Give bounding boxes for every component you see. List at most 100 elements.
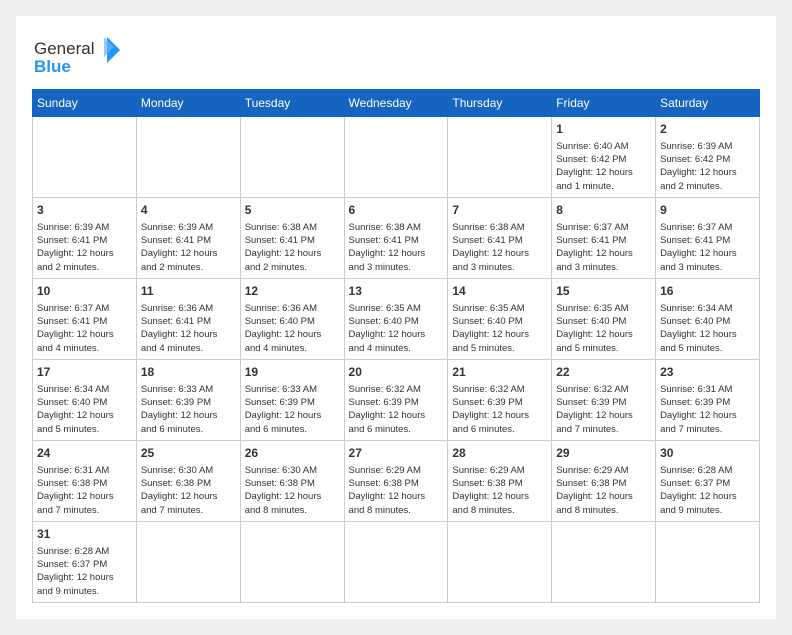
logo: General Blue: [32, 32, 122, 77]
day-info: Sunrise: 6:36 AM Sunset: 6:41 PM Dayligh…: [141, 302, 236, 355]
day-cell: 18 Sunrise: 6:33 AM Sunset: 6:39 PM Dayli…: [136, 359, 240, 440]
day-info: Sunrise: 6:40 AM Sunset: 6:42 PM Dayligh…: [556, 140, 651, 193]
day-number: 23: [660, 364, 755, 381]
day-info: Sunrise: 6:31 AM Sunset: 6:38 PM Dayligh…: [37, 464, 132, 517]
day-cell: 20 Sunrise: 6:32 AM Sunset: 6:39 PM Dayli…: [344, 359, 448, 440]
day-cell: 2Sunrise: 6:39 AM Sunset: 6:42 PM Daylig…: [656, 117, 760, 198]
day-cell: 25 Sunrise: 6:30 AM Sunset: 6:38 PM Dayli…: [136, 440, 240, 521]
day-cell: 6Sunrise: 6:38 AM Sunset: 6:41 PM Daylig…: [344, 197, 448, 278]
day-cell: 9 Sunrise: 6:37 AM Sunset: 6:41 PM Daylig…: [656, 197, 760, 278]
day-number: 27: [349, 445, 444, 462]
day-cell: [656, 521, 760, 602]
day-number: 9: [660, 202, 755, 219]
day-info: Sunrise: 6:32 AM Sunset: 6:39 PM Dayligh…: [349, 383, 444, 436]
day-cell: 21 Sunrise: 6:32 AM Sunset: 6:39 PM Dayli…: [448, 359, 552, 440]
day-cell: 30Sunrise: 6:28 AM Sunset: 6:37 PM Dayli…: [656, 440, 760, 521]
day-of-week-header: Thursday: [448, 90, 552, 117]
day-cell: [552, 521, 656, 602]
day-info: Sunrise: 6:36 AM Sunset: 6:40 PM Dayligh…: [245, 302, 340, 355]
day-number: 11: [141, 283, 236, 300]
day-cell: [240, 521, 344, 602]
day-info: Sunrise: 6:39 AM Sunset: 6:41 PM Dayligh…: [141, 221, 236, 274]
day-cell: 12 Sunrise: 6:36 AM Sunset: 6:40 PM Dayli…: [240, 278, 344, 359]
day-number: 20: [349, 364, 444, 381]
day-info: Sunrise: 6:30 AM Sunset: 6:38 PM Dayligh…: [141, 464, 236, 517]
week-row: 31 Sunrise: 6:28 AM Sunset: 6:37 PM Dayli…: [33, 521, 760, 602]
day-cell: [136, 521, 240, 602]
day-info: Sunrise: 6:33 AM Sunset: 6:39 PM Dayligh…: [245, 383, 340, 436]
day-of-week-header: Wednesday: [344, 90, 448, 117]
day-cell: 16Sunrise: 6:34 AM Sunset: 6:40 PM Dayli…: [656, 278, 760, 359]
day-header-row: SundayMondayTuesdayWednesdayThursdayFrid…: [33, 90, 760, 117]
day-cell: 7 Sunrise: 6:38 AM Sunset: 6:41 PM Daylig…: [448, 197, 552, 278]
day-info: Sunrise: 6:28 AM Sunset: 6:37 PM Dayligh…: [37, 545, 132, 598]
day-number: 13: [349, 283, 444, 300]
day-info: Sunrise: 6:33 AM Sunset: 6:39 PM Dayligh…: [141, 383, 236, 436]
day-cell: 1 Sunrise: 6:40 AM Sunset: 6:42 PM Daylig…: [552, 117, 656, 198]
day-of-week-header: Sunday: [33, 90, 137, 117]
day-info: Sunrise: 6:35 AM Sunset: 6:40 PM Dayligh…: [452, 302, 547, 355]
day-cell: [136, 117, 240, 198]
header: General Blue: [32, 32, 760, 77]
day-info: Sunrise: 6:35 AM Sunset: 6:40 PM Dayligh…: [556, 302, 651, 355]
day-of-week-header: Friday: [552, 90, 656, 117]
day-number: 28: [452, 445, 547, 462]
day-number: 1: [556, 121, 651, 138]
day-cell: 8 Sunrise: 6:37 AM Sunset: 6:41 PM Daylig…: [552, 197, 656, 278]
day-cell: 15Sunrise: 6:35 AM Sunset: 6:40 PM Dayli…: [552, 278, 656, 359]
day-number: 5: [245, 202, 340, 219]
day-cell: 31 Sunrise: 6:28 AM Sunset: 6:37 PM Dayli…: [33, 521, 137, 602]
day-info: Sunrise: 6:29 AM Sunset: 6:38 PM Dayligh…: [349, 464, 444, 517]
generalblue-logo-svg: General Blue: [32, 32, 122, 77]
day-info: Sunrise: 6:30 AM Sunset: 6:38 PM Dayligh…: [245, 464, 340, 517]
day-number: 31: [37, 526, 132, 543]
day-cell: [240, 117, 344, 198]
day-cell: 28 Sunrise: 6:29 AM Sunset: 6:38 PM Dayli…: [448, 440, 552, 521]
day-cell: 26Sunrise: 6:30 AM Sunset: 6:38 PM Dayli…: [240, 440, 344, 521]
day-number: 19: [245, 364, 340, 381]
day-number: 7: [452, 202, 547, 219]
day-cell: 29 Sunrise: 6:29 AM Sunset: 6:38 PM Dayli…: [552, 440, 656, 521]
day-of-week-header: Tuesday: [240, 90, 344, 117]
day-info: Sunrise: 6:35 AM Sunset: 6:40 PM Dayligh…: [349, 302, 444, 355]
day-number: 25: [141, 445, 236, 462]
day-info: Sunrise: 6:37 AM Sunset: 6:41 PM Dayligh…: [660, 221, 755, 274]
day-number: 29: [556, 445, 651, 462]
day-number: 22: [556, 364, 651, 381]
week-row: 17 Sunrise: 6:34 AM Sunset: 6:40 PM Dayli…: [33, 359, 760, 440]
day-info: Sunrise: 6:34 AM Sunset: 6:40 PM Dayligh…: [37, 383, 132, 436]
day-cell: 19 Sunrise: 6:33 AM Sunset: 6:39 PM Dayli…: [240, 359, 344, 440]
day-info: Sunrise: 6:38 AM Sunset: 6:41 PM Dayligh…: [452, 221, 547, 274]
day-cell: 5Sunrise: 6:38 AM Sunset: 6:41 PM Daylig…: [240, 197, 344, 278]
day-info: Sunrise: 6:37 AM Sunset: 6:41 PM Dayligh…: [556, 221, 651, 274]
calendar-page: General Blue SundayMondayTuesdayWednesda…: [16, 16, 776, 619]
day-number: 3: [37, 202, 132, 219]
day-number: 17: [37, 364, 132, 381]
day-number: 10: [37, 283, 132, 300]
week-row: 24 Sunrise: 6:31 AM Sunset: 6:38 PM Dayli…: [33, 440, 760, 521]
day-number: 21: [452, 364, 547, 381]
day-cell: 4 Sunrise: 6:39 AM Sunset: 6:41 PM Daylig…: [136, 197, 240, 278]
day-info: Sunrise: 6:37 AM Sunset: 6:41 PM Dayligh…: [37, 302, 132, 355]
week-row: 10 Sunrise: 6:37 AM Sunset: 6:41 PM Dayli…: [33, 278, 760, 359]
day-info: Sunrise: 6:38 AM Sunset: 6:41 PM Dayligh…: [349, 221, 444, 274]
day-info: Sunrise: 6:31 AM Sunset: 6:39 PM Dayligh…: [660, 383, 755, 436]
day-number: 12: [245, 283, 340, 300]
day-cell: 22Sunrise: 6:32 AM Sunset: 6:39 PM Dayli…: [552, 359, 656, 440]
day-info: Sunrise: 6:29 AM Sunset: 6:38 PM Dayligh…: [452, 464, 547, 517]
svg-text:General: General: [34, 39, 94, 58]
day-number: 14: [452, 283, 547, 300]
day-cell: 27 Sunrise: 6:29 AM Sunset: 6:38 PM Dayli…: [344, 440, 448, 521]
day-number: 4: [141, 202, 236, 219]
day-number: 8: [556, 202, 651, 219]
svg-text:Blue: Blue: [34, 57, 71, 76]
day-info: Sunrise: 6:32 AM Sunset: 6:39 PM Dayligh…: [452, 383, 547, 436]
day-number: 2: [660, 121, 755, 138]
day-number: 18: [141, 364, 236, 381]
day-info: Sunrise: 6:28 AM Sunset: 6:37 PM Dayligh…: [660, 464, 755, 517]
day-cell: [448, 521, 552, 602]
calendar-table: SundayMondayTuesdayWednesdayThursdayFrid…: [32, 89, 760, 603]
day-info: Sunrise: 6:29 AM Sunset: 6:38 PM Dayligh…: [556, 464, 651, 517]
day-number: 24: [37, 445, 132, 462]
day-cell: [448, 117, 552, 198]
